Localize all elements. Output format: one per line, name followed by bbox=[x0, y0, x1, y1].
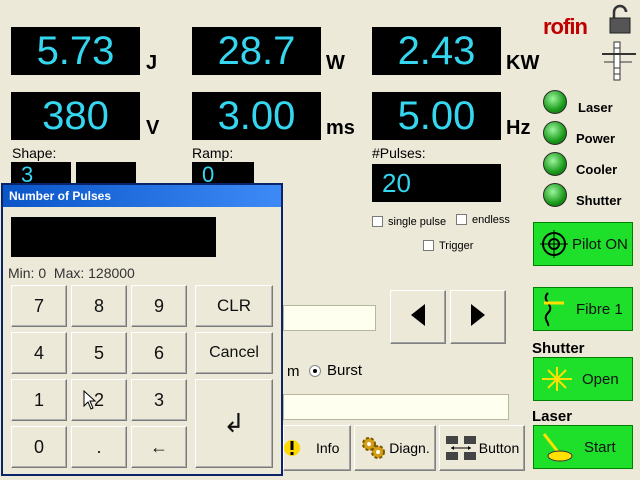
key-decimal[interactable]: . bbox=[71, 426, 127, 468]
text-field-1[interactable] bbox=[283, 305, 376, 331]
pilot-on-label: Pilot ON bbox=[572, 235, 628, 253]
key-2[interactable]: 2 bbox=[71, 379, 127, 421]
left-arrow-icon bbox=[411, 303, 425, 331]
frequency-readout[interactable]: 5.00 bbox=[372, 92, 501, 140]
diagnostics-label: Diagn. bbox=[389, 440, 430, 456]
laser-start-button[interactable]: Start bbox=[533, 425, 633, 469]
power-readout[interactable]: 28.7 bbox=[192, 27, 321, 75]
caliper-icon[interactable] bbox=[600, 40, 638, 82]
laser-status-label: Laser bbox=[578, 100, 613, 115]
dialog-title: Number of Pulses bbox=[3, 185, 281, 207]
key-1[interactable]: 1 bbox=[11, 379, 67, 421]
key-5[interactable]: 5 bbox=[71, 332, 127, 374]
shutter-status-light bbox=[543, 183, 567, 207]
energy-readout[interactable]: 5.73 bbox=[11, 27, 140, 75]
burst-radio[interactable] bbox=[309, 365, 321, 377]
endless-label: endless bbox=[472, 214, 510, 226]
cancel-button[interactable]: Cancel bbox=[195, 332, 273, 374]
laser-section-label: Laser bbox=[532, 408, 573, 425]
fibre-button[interactable]: Fibre 1 bbox=[533, 287, 633, 331]
brand-logo: rofin bbox=[543, 14, 588, 39]
power-status-light bbox=[543, 121, 567, 145]
right-arrow-icon bbox=[471, 303, 485, 331]
dialog-input-display[interactable] bbox=[11, 217, 216, 257]
fibre-label: Fibre 1 bbox=[576, 300, 623, 318]
endless-checkbox[interactable] bbox=[456, 214, 467, 225]
pulses-label: #Pulses: bbox=[372, 145, 426, 161]
key-8[interactable]: 8 bbox=[71, 285, 127, 327]
key-3[interactable]: 3 bbox=[131, 379, 187, 421]
info-label: Info bbox=[316, 440, 340, 456]
voltage-readout[interactable]: 380 bbox=[11, 92, 140, 140]
diagnostics-button[interactable]: Diagn. bbox=[354, 425, 436, 471]
fibre-icon bbox=[538, 291, 566, 327]
shape-label: Shape: bbox=[12, 145, 57, 161]
pilot-on-button[interactable]: Pilot ON bbox=[533, 222, 633, 266]
shutter-beam-icon bbox=[540, 364, 574, 394]
button-config-label: Button bbox=[478, 440, 520, 456]
shutter-section-label: Shutter bbox=[532, 340, 585, 357]
next-button[interactable] bbox=[450, 290, 506, 344]
number-of-pulses-dialog: Number of Pulses Min: 0 Max: 128000 7 8 … bbox=[1, 183, 283, 476]
pulses-field[interactable]: 20 bbox=[372, 164, 501, 202]
ramp-label: Ramp: bbox=[192, 145, 234, 161]
crosshair-icon bbox=[540, 230, 568, 258]
trigger-label: Trigger bbox=[439, 240, 474, 252]
text-field-2[interactable] bbox=[283, 394, 509, 420]
clr-button[interactable]: CLR bbox=[195, 285, 273, 327]
key-9[interactable]: 9 bbox=[131, 285, 187, 327]
mode-partial-label: m bbox=[287, 363, 300, 380]
key-backspace[interactable]: ← bbox=[131, 426, 187, 468]
pulse-width-readout[interactable]: 3.00 bbox=[192, 92, 321, 140]
laser-status-light bbox=[543, 90, 567, 114]
warning-icon bbox=[284, 437, 300, 459]
key-0[interactable]: 0 bbox=[11, 426, 67, 468]
key-4[interactable]: 4 bbox=[11, 332, 67, 374]
voltage-unit: V bbox=[146, 117, 160, 139]
frequency-unit: Hz bbox=[506, 117, 531, 139]
burst-label: Burst bbox=[327, 362, 363, 379]
peak-power-readout[interactable]: 2.43 bbox=[372, 27, 501, 75]
gears-icon bbox=[360, 435, 386, 461]
key-6[interactable]: 6 bbox=[131, 332, 187, 374]
single-pulse-label: single pulse bbox=[388, 216, 447, 228]
dialog-range-text: Min: 0 Max: 128000 bbox=[8, 265, 135, 281]
laser-beam-icon bbox=[540, 430, 574, 464]
enter-button[interactable]: ↲ bbox=[195, 379, 273, 468]
button-config-button[interactable]: Button bbox=[439, 425, 525, 471]
energy-unit: J bbox=[146, 52, 158, 74]
power-unit: W bbox=[326, 52, 345, 74]
single-pulse-checkbox[interactable] bbox=[372, 216, 383, 227]
pulse-width-unit: ms bbox=[326, 117, 355, 139]
info-button[interactable]: Info bbox=[283, 425, 351, 471]
enter-icon: ↲ bbox=[223, 408, 245, 438]
shutter-open-label: Open bbox=[582, 370, 619, 388]
button-grid-icon bbox=[445, 435, 477, 461]
lock-icon[interactable] bbox=[608, 4, 632, 34]
shutter-status-label: Shutter bbox=[576, 193, 622, 208]
laser-start-label: Start bbox=[584, 438, 616, 456]
cooler-status-label: Cooler bbox=[576, 162, 618, 177]
previous-button[interactable] bbox=[390, 290, 446, 344]
key-7[interactable]: 7 bbox=[11, 285, 67, 327]
trigger-checkbox[interactable] bbox=[423, 240, 434, 251]
peak-power-unit: KW bbox=[506, 52, 540, 74]
shutter-open-button[interactable]: Open bbox=[533, 357, 633, 401]
mouse-cursor-icon bbox=[83, 389, 97, 410]
cooler-status-light bbox=[543, 152, 567, 176]
power-status-label: Power bbox=[576, 131, 616, 146]
